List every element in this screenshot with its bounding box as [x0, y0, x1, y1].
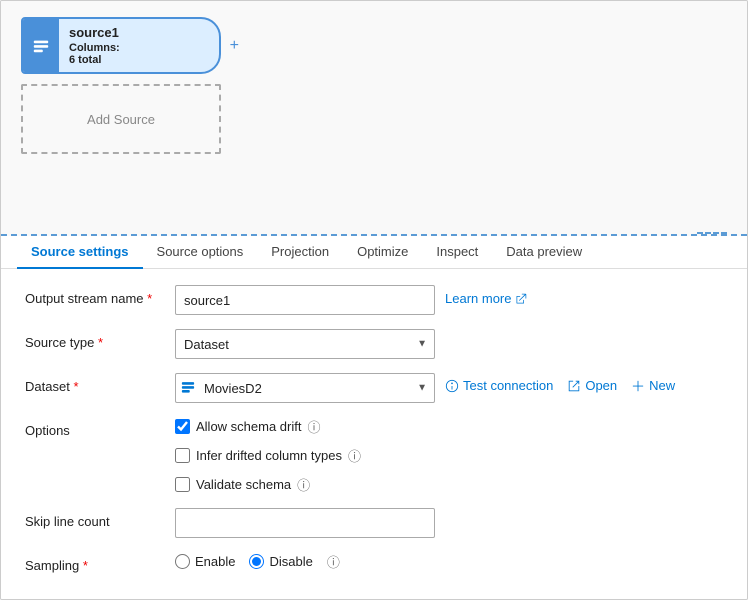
sampling-row: Sampling * Enable Disable ⓘ: [25, 552, 723, 573]
source-node-title: source1: [69, 25, 209, 40]
allow-schema-drift-label: Allow schema drift: [196, 419, 301, 434]
sampling-enable-item: Enable: [175, 554, 235, 569]
options-row: Options Allow schema drift ⓘ Infer drift…: [25, 417, 723, 494]
source-node-meta-value: 6 total: [69, 54, 101, 66]
allow-schema-drift-row: Allow schema drift ⓘ: [175, 417, 361, 436]
dataset-select[interactable]: MoviesD2: [175, 373, 435, 403]
tab-projection[interactable]: Projection: [257, 236, 343, 269]
options-column: Allow schema drift ⓘ Infer drifted colum…: [175, 417, 361, 494]
source-type-control: Dataset Inline ▼: [175, 329, 723, 359]
skip-line-count-label: Skip line count: [25, 508, 175, 529]
source-node-meta-label: Columns:: [69, 42, 120, 54]
test-connection-icon: [445, 379, 459, 393]
source-node[interactable]: source1 Columns: 6 total +: [21, 17, 221, 74]
canvas-area: source1 Columns: 6 total + Add Source: [1, 1, 747, 236]
main-window: source1 Columns: 6 total + Add Source So…: [0, 0, 748, 600]
source-type-label: Source type *: [25, 329, 175, 350]
sampling-radio-row: Enable Disable ⓘ: [175, 552, 340, 571]
source-type-select[interactable]: Dataset Inline: [175, 329, 435, 359]
infer-drifted-info-icon: ⓘ: [348, 446, 361, 465]
required-marker: *: [147, 291, 152, 306]
allow-schema-drift-checkbox[interactable]: [175, 419, 190, 434]
required-marker-sampling: *: [83, 558, 88, 573]
test-connection-button[interactable]: Test connection: [445, 378, 553, 393]
output-stream-name-label: Output stream name *: [25, 285, 175, 306]
source-node-icon: [32, 37, 50, 55]
infer-drifted-row: Infer drifted column types ⓘ: [175, 446, 361, 465]
options-control: Allow schema drift ⓘ Infer drifted colum…: [175, 417, 723, 494]
sampling-enable-radio[interactable]: [175, 554, 190, 569]
open-icon: [567, 379, 581, 393]
validate-schema-info-icon: ⓘ: [297, 475, 310, 494]
dataset-control: MoviesD2 ▼ Test connection: [175, 373, 723, 403]
dataset-actions: Test connection Open New: [445, 373, 675, 393]
add-source-button[interactable]: Add Source: [21, 84, 221, 154]
settings-panel: Output stream name * Learn more Source t…: [1, 269, 747, 599]
skip-line-count-input[interactable]: [175, 508, 435, 538]
open-button[interactable]: Open: [567, 378, 617, 393]
required-marker-dataset: *: [73, 379, 78, 394]
tab-inspect[interactable]: Inspect: [422, 236, 492, 269]
source-node-icon-bar: [23, 19, 59, 72]
learn-more-link[interactable]: Learn more: [445, 285, 527, 306]
new-icon: [631, 379, 645, 393]
new-button[interactable]: New: [631, 378, 675, 393]
options-label: Options: [25, 417, 175, 438]
validate-schema-label: Validate schema: [196, 477, 291, 492]
source-type-row: Source type * Dataset Inline ▼: [25, 329, 723, 359]
required-marker-source-type: *: [98, 335, 103, 350]
tab-data-preview[interactable]: Data preview: [492, 236, 596, 269]
sampling-disable-item: Disable: [249, 554, 312, 569]
tab-optimize[interactable]: Optimize: [343, 236, 422, 269]
infer-drifted-label: Infer drifted column types: [196, 448, 342, 463]
add-source-label: Add Source: [87, 112, 155, 127]
source-node-plus[interactable]: +: [230, 37, 239, 55]
tabs-bar: Source settings Source options Projectio…: [1, 236, 747, 269]
source-node-meta: Columns: 6 total: [69, 42, 209, 66]
output-stream-name-control: Learn more: [175, 285, 723, 315]
output-stream-name-input[interactable]: [175, 285, 435, 315]
sampling-label: Sampling *: [25, 552, 175, 573]
infer-drifted-checkbox[interactable]: [175, 448, 190, 463]
sampling-disable-radio[interactable]: [249, 554, 264, 569]
dataset-label: Dataset *: [25, 373, 175, 394]
tab-source-options[interactable]: Source options: [143, 236, 258, 269]
sampling-info-icon: ⓘ: [327, 552, 340, 571]
validate-schema-row: Validate schema ⓘ: [175, 475, 361, 494]
external-link-icon: [515, 293, 527, 305]
skip-line-count-row: Skip line count: [25, 508, 723, 538]
dataset-select-wrap: MoviesD2 ▼: [175, 373, 435, 403]
canvas-divider: [697, 232, 727, 234]
source-node-content: source1 Columns: 6 total: [59, 19, 219, 72]
validate-schema-checkbox[interactable]: [175, 477, 190, 492]
source-type-dropdown-wrap: Dataset Inline ▼: [175, 329, 435, 359]
skip-line-count-control: [175, 508, 723, 538]
output-stream-name-row: Output stream name * Learn more: [25, 285, 723, 315]
allow-schema-drift-info-icon: ⓘ: [307, 417, 320, 436]
tab-source-settings[interactable]: Source settings: [17, 236, 143, 269]
sampling-control: Enable Disable ⓘ: [175, 552, 723, 571]
dataset-row: Dataset * MoviesD2 ▼: [25, 373, 723, 403]
